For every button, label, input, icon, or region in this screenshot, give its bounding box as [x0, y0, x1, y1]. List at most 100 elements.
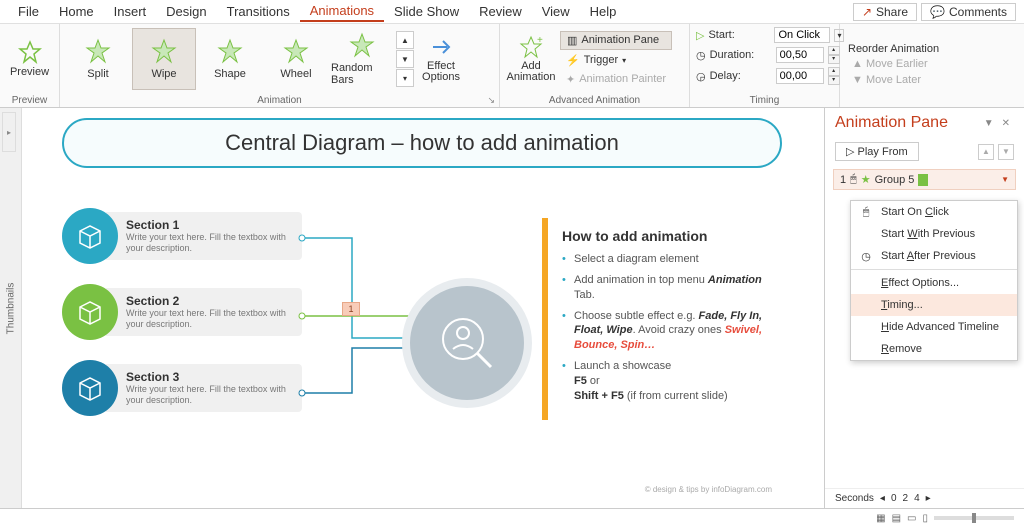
zoom-slider[interactable] [934, 516, 1014, 520]
menu-transitions[interactable]: Transitions [217, 2, 300, 21]
gallery-down[interactable]: ▼ [396, 50, 414, 68]
start-label: Start: [708, 29, 770, 41]
add-animation-button[interactable]: + Add Animation [506, 27, 556, 91]
ctx-effect-options[interactable]: Effect Options... [851, 272, 1017, 294]
share-button[interactable]: ↗Share [853, 3, 917, 21]
howto-item: Select a diagram element [562, 252, 768, 267]
slide-title[interactable]: Central Diagram – how to add animation [62, 118, 782, 168]
spin-up[interactable]: ▴ [828, 46, 840, 55]
animation-wheel[interactable]: Wheel [264, 28, 328, 90]
pane-icon: ▥ [567, 34, 577, 47]
menu-design[interactable]: Design [156, 2, 216, 21]
view-slideshow-icon[interactable]: ▯ [922, 513, 928, 524]
menu-insert[interactable]: Insert [104, 2, 157, 21]
menu-help[interactable]: Help [580, 2, 627, 21]
section-desc: Write your text here. Fill the textbox w… [126, 384, 290, 406]
arrow-right-icon [429, 35, 453, 59]
thumbnails-label: Thumbnails [5, 282, 16, 334]
ctx-start-after-previous[interactable]: ◷Start After Previous [851, 245, 1017, 267]
ribbon: Preview Preview Split Wipe Shape Wheel R… [0, 24, 1024, 108]
central-circle[interactable] [402, 278, 532, 408]
group-label-timing: Timing [690, 94, 839, 107]
timeline-bar [918, 174, 928, 186]
menu-review[interactable]: Review [469, 2, 532, 21]
trigger-button[interactable]: ⚡Trigger▾ [560, 52, 672, 69]
section-3[interactable]: Section 3Write your text here. Fill the … [62, 360, 302, 416]
view-reading-icon[interactable]: ▭ [907, 513, 916, 524]
box-icon [62, 208, 118, 264]
thumbnails-rail[interactable]: Thumbnails [0, 108, 22, 508]
duration-input[interactable] [776, 47, 824, 63]
entry-number: 1 [840, 174, 846, 186]
entry-name: Group 5 [875, 174, 915, 186]
thumbnails-collapse[interactable]: ▸ [2, 112, 16, 152]
preview-star-icon [18, 40, 42, 64]
delay-label: Delay: [710, 70, 772, 82]
menu-slideshow[interactable]: Slide Show [384, 2, 469, 21]
menu-bar: File Home Insert Design Transitions Anim… [0, 0, 1024, 24]
preview-button[interactable]: Preview [6, 27, 53, 91]
animation-context-menu: 🖱Start On Click Start With Previous ◷Sta… [850, 200, 1018, 361]
box-icon [62, 284, 118, 340]
box-icon [62, 360, 118, 416]
comments-button[interactable]: 💬Comments [921, 3, 1016, 21]
menu-view[interactable]: View [532, 2, 580, 21]
add-star-icon: + [519, 35, 543, 59]
section-1[interactable]: Section 1Write your text here. Fill the … [62, 208, 302, 264]
star-icon [283, 38, 309, 64]
star-icon [151, 38, 177, 64]
ctx-hide-timeline[interactable]: Hide Advanced Timeline [851, 316, 1017, 338]
howto-box[interactable]: How to add animation Select a diagram el… [542, 218, 782, 420]
timeline-mark: 0 [891, 493, 897, 504]
play-from-button[interactable]: ▷ Play From [835, 142, 919, 161]
spin-down[interactable]: ▾ [828, 76, 840, 85]
ctx-timing[interactable]: Timing... [851, 294, 1017, 316]
view-normal-icon[interactable]: ▦ [876, 513, 885, 524]
close-icon[interactable]: ✕ [998, 118, 1014, 129]
animation-entry[interactable]: 1 🖱 ★ Group 5 ▼ [833, 169, 1016, 190]
gallery-more[interactable]: ▾ [396, 69, 414, 87]
ctx-start-on-click[interactable]: 🖱Start On Click [851, 201, 1017, 223]
group-label-preview: Preview [0, 94, 59, 107]
animation-pane-button[interactable]: ▥Animation Pane [560, 31, 672, 50]
star-icon: ★ [861, 173, 871, 186]
footer-credit: © design & tips by infoDiagram.com [645, 485, 772, 494]
trigger-icon: ⚡ [566, 54, 580, 67]
timeline-prev[interactable]: ◂ [880, 493, 885, 504]
timeline-mark: 2 [903, 493, 909, 504]
painter-icon: ✦ [566, 73, 575, 86]
slide-canvas[interactable]: Central Diagram – how to add animation S… [22, 108, 824, 508]
menu-animations[interactable]: Animations [300, 1, 384, 22]
start-dropdown[interactable] [774, 27, 830, 43]
clock-icon: ◷ [696, 49, 706, 62]
view-sorter-icon[interactable]: ▤ [892, 513, 901, 524]
move-up-button[interactable]: ▲ [978, 144, 994, 160]
move-later-button: ▼ Move Later [848, 73, 939, 87]
star-icon [349, 32, 375, 58]
move-down-button[interactable]: ▼ [998, 144, 1014, 160]
timeline-next[interactable]: ▸ [926, 493, 931, 504]
menu-home[interactable]: Home [49, 2, 104, 21]
gallery-up[interactable]: ▲ [396, 31, 414, 49]
delay-input[interactable] [776, 68, 824, 84]
spin-down[interactable]: ▾ [828, 55, 840, 64]
ctx-start-with-previous[interactable]: Start With Previous [851, 223, 1017, 245]
effect-options-button[interactable]: Effect Options [416, 27, 466, 91]
group-label-advanced: Advanced Animation [500, 94, 689, 107]
dialog-launcher-icon[interactable]: ↘ [487, 95, 495, 106]
pane-options-icon[interactable]: ▼ [980, 118, 998, 129]
timeline-mark: 4 [914, 493, 920, 504]
howto-item: Choose subtle effect e.g. Fade, Fly In, … [562, 309, 768, 354]
animation-shape[interactable]: Shape [198, 28, 262, 90]
spin-up[interactable]: ▴ [828, 67, 840, 76]
ctx-remove[interactable]: Remove [851, 338, 1017, 360]
animation-random-bars[interactable]: Random Bars [330, 28, 394, 90]
entry-dropdown-icon[interactable]: ▼ [1001, 175, 1009, 184]
clock-icon: ◷ [859, 250, 873, 263]
section-2[interactable]: Section 2Write your text here. Fill the … [62, 284, 302, 340]
menu-file[interactable]: File [8, 2, 49, 21]
animation-split[interactable]: Split [66, 28, 130, 90]
animation-wipe[interactable]: Wipe [132, 28, 196, 90]
animation-order-tag[interactable]: 1 [342, 302, 360, 316]
section-desc: Write your text here. Fill the textbox w… [126, 308, 290, 330]
